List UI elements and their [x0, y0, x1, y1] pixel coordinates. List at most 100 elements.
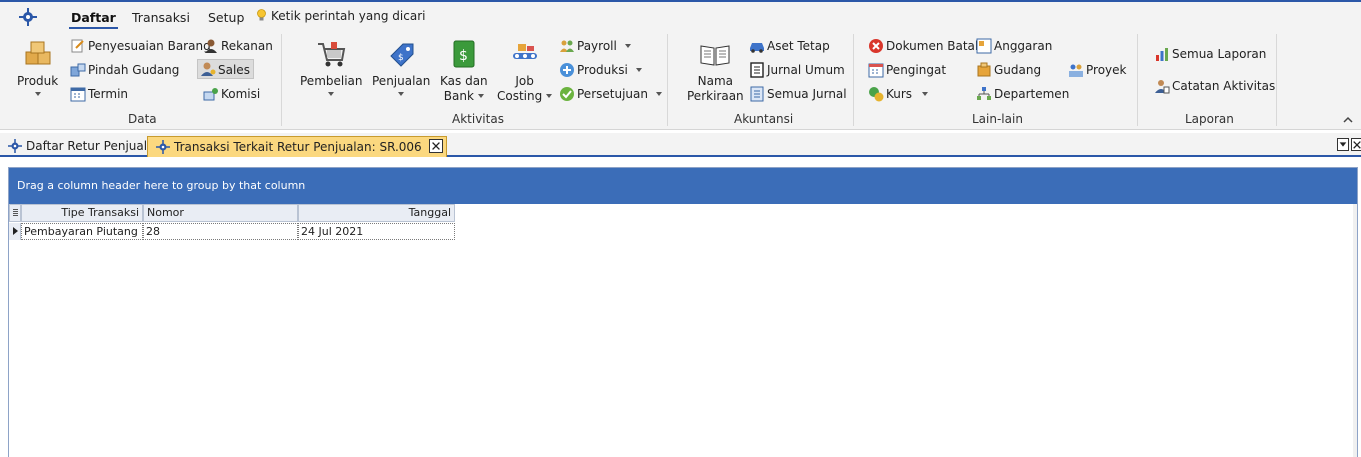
- pembelian-button[interactable]: Pembelian: [300, 38, 363, 96]
- semua-laporan-button[interactable]: Semua Laporan: [1154, 44, 1266, 64]
- nama-perkiraan-button[interactable]: Nama Perkiraan: [687, 38, 744, 104]
- rekanan-button[interactable]: Rekanan: [203, 36, 273, 56]
- vertical-scrollbar[interactable]: [1353, 204, 1357, 457]
- car-icon: [750, 43, 764, 53]
- column-chooser-icon[interactable]: [9, 204, 21, 222]
- svg-text:$: $: [459, 48, 468, 64]
- column-header-nomor[interactable]: Nomor: [143, 204, 298, 222]
- nama-perkiraan-label-line1: Nama: [697, 74, 734, 88]
- menu-tab-setup[interactable]: Setup: [208, 10, 244, 25]
- produksi-button[interactable]: Produksi: [559, 60, 642, 80]
- departemen-label: Departemen: [994, 87, 1070, 101]
- pengingat-label: Pengingat: [886, 63, 947, 77]
- persetujuan-button[interactable]: Persetujuan: [559, 84, 662, 104]
- warehouse-icon: [977, 62, 991, 77]
- job-costing-label-line1: Job: [515, 74, 534, 88]
- departemen-button[interactable]: Departemen: [976, 84, 1069, 104]
- collapse-ribbon-icon[interactable]: [1343, 115, 1353, 125]
- app-logo-icon[interactable]: [18, 7, 38, 27]
- pembelian-label: Pembelian: [300, 74, 363, 88]
- conveyor-icon: [512, 44, 537, 59]
- jurnal-umum-button[interactable]: Jurnal Umum: [749, 60, 845, 80]
- column-header-tipe-transaksi[interactable]: Tipe Transaksi: [21, 204, 143, 222]
- group-by-panel[interactable]: Drag a column header here to group by th…: [9, 168, 1357, 204]
- semua-jurnal-button[interactable]: Semua Jurnal: [749, 84, 847, 104]
- kas-dan-bank-label-line2: Bank: [443, 89, 474, 103]
- group-label-laporan: Laporan: [1185, 112, 1234, 126]
- group-label-data: Data: [128, 112, 157, 126]
- commission-icon: [203, 88, 218, 101]
- dokumen-batal-button[interactable]: Dokumen Batal: [868, 36, 978, 56]
- department-tree-icon: [977, 87, 991, 100]
- penjualan-label: Penjualan: [372, 74, 431, 88]
- kas-dan-bank-label-line1: Kas dan: [440, 74, 488, 88]
- cell-nomor[interactable]: 28: [143, 223, 298, 240]
- budget-icon: [976, 38, 992, 54]
- doc-tab-label: Transaksi Terkait Retur Penjualan: SR.00…: [174, 140, 422, 154]
- cell-tanggal[interactable]: 24 Jul 2021: [298, 223, 455, 240]
- rekanan-label: Rekanan: [221, 39, 273, 53]
- penjualan-dropdown-icon: [398, 92, 405, 96]
- doc-tab-transaksi-terkait[interactable]: Transaksi Terkait Retur Penjualan: SR.00…: [147, 136, 447, 157]
- nama-perkiraan-label-line2: Perkiraan: [687, 89, 744, 103]
- cell-tipe-transaksi[interactable]: Pembayaran Piutang: [21, 223, 143, 240]
- penyesuaian-barang-button[interactable]: Penyesuaian Barang: [70, 36, 211, 56]
- row-indicator-icon[interactable]: [9, 223, 21, 240]
- reminder-calendar-icon: [868, 63, 884, 78]
- menu-tab-transaksi[interactable]: Transaksi: [132, 10, 190, 25]
- catatan-aktivitas-button[interactable]: Catatan Aktivitas: [1154, 76, 1275, 96]
- produk-label: Produk: [17, 74, 59, 88]
- sales-button[interactable]: Sales: [197, 59, 254, 79]
- shopping-cart-icon: [318, 42, 346, 67]
- produk-button[interactable]: Produk: [17, 38, 58, 96]
- jurnal-umum-label: Jurnal Umum: [767, 63, 845, 77]
- pengingat-button[interactable]: Pengingat: [868, 60, 946, 80]
- kas-dan-bank-button[interactable]: $ Kas dan Bank: [440, 38, 488, 104]
- job-costing-button[interactable]: Job Costing: [497, 38, 553, 104]
- report-chart-icon: [1156, 48, 1168, 61]
- tell-me-search[interactable]: Ketik perintah yang dicari: [256, 9, 425, 23]
- semua-laporan-label: Semua Laporan: [1172, 47, 1267, 61]
- group-label-aktivitas: Aktivitas: [452, 112, 504, 126]
- group-separator: [853, 34, 854, 126]
- activity-log-icon: [1155, 80, 1170, 94]
- menu-bar: Daftar Transaksi Setup Ketik perintah ya…: [0, 2, 1361, 30]
- payroll-dropdown-icon: [624, 44, 631, 48]
- termin-label: Termin: [88, 87, 129, 101]
- termin-button[interactable]: Termin: [70, 84, 128, 104]
- penjualan-button[interactable]: $ Penjualan: [372, 38, 430, 96]
- open-book-icon: [700, 45, 730, 66]
- close-tab-icon[interactable]: [428, 139, 443, 153]
- project-team-icon: [1069, 64, 1083, 77]
- group-separator: [281, 34, 282, 126]
- gudang-button[interactable]: Gudang: [976, 60, 1041, 80]
- sales-label: Sales: [218, 63, 250, 77]
- tab-list-dropdown-icon[interactable]: [1337, 138, 1349, 151]
- komisi-button[interactable]: Komisi: [203, 84, 260, 104]
- produksi-label: Produksi: [577, 63, 628, 77]
- job-costing-dropdown-icon: [546, 94, 553, 98]
- kurs-dropdown-icon: [922, 92, 929, 96]
- payroll-button[interactable]: Payroll: [559, 36, 631, 56]
- app-logo-icon: [8, 139, 22, 153]
- column-header-tanggal[interactable]: Tanggal: [298, 204, 455, 222]
- person-icon: [205, 39, 217, 53]
- kurs-button[interactable]: Kurs: [868, 84, 929, 104]
- production-icon: [560, 63, 574, 77]
- close-document-icon[interactable]: [1351, 138, 1361, 151]
- produk-dropdown-icon: [34, 92, 41, 96]
- doc-tab-daftar-retur-penjualan[interactable]: Daftar Retur Penjualan: [0, 136, 168, 157]
- aset-tetap-label: Aset Tetap: [767, 39, 830, 53]
- cash-book-icon: $: [453, 40, 475, 68]
- menu-tab-daftar[interactable]: Daftar: [69, 10, 118, 29]
- proyek-label: Proyek: [1086, 63, 1127, 77]
- anggaran-button[interactable]: Anggaran: [976, 36, 1052, 56]
- anggaran-label: Anggaran: [994, 39, 1053, 53]
- group-separator: [667, 34, 668, 126]
- proyek-button[interactable]: Proyek: [1068, 60, 1126, 80]
- aset-tetap-button[interactable]: Aset Tetap: [749, 36, 830, 56]
- cancel-document-icon: [869, 39, 883, 53]
- pindah-gudang-button[interactable]: Pindah Gudang: [70, 60, 179, 80]
- transactions-grid: Tipe Transaksi Nomor Tanggal Pembayaran …: [9, 204, 1357, 457]
- svg-text:$: $: [398, 53, 404, 63]
